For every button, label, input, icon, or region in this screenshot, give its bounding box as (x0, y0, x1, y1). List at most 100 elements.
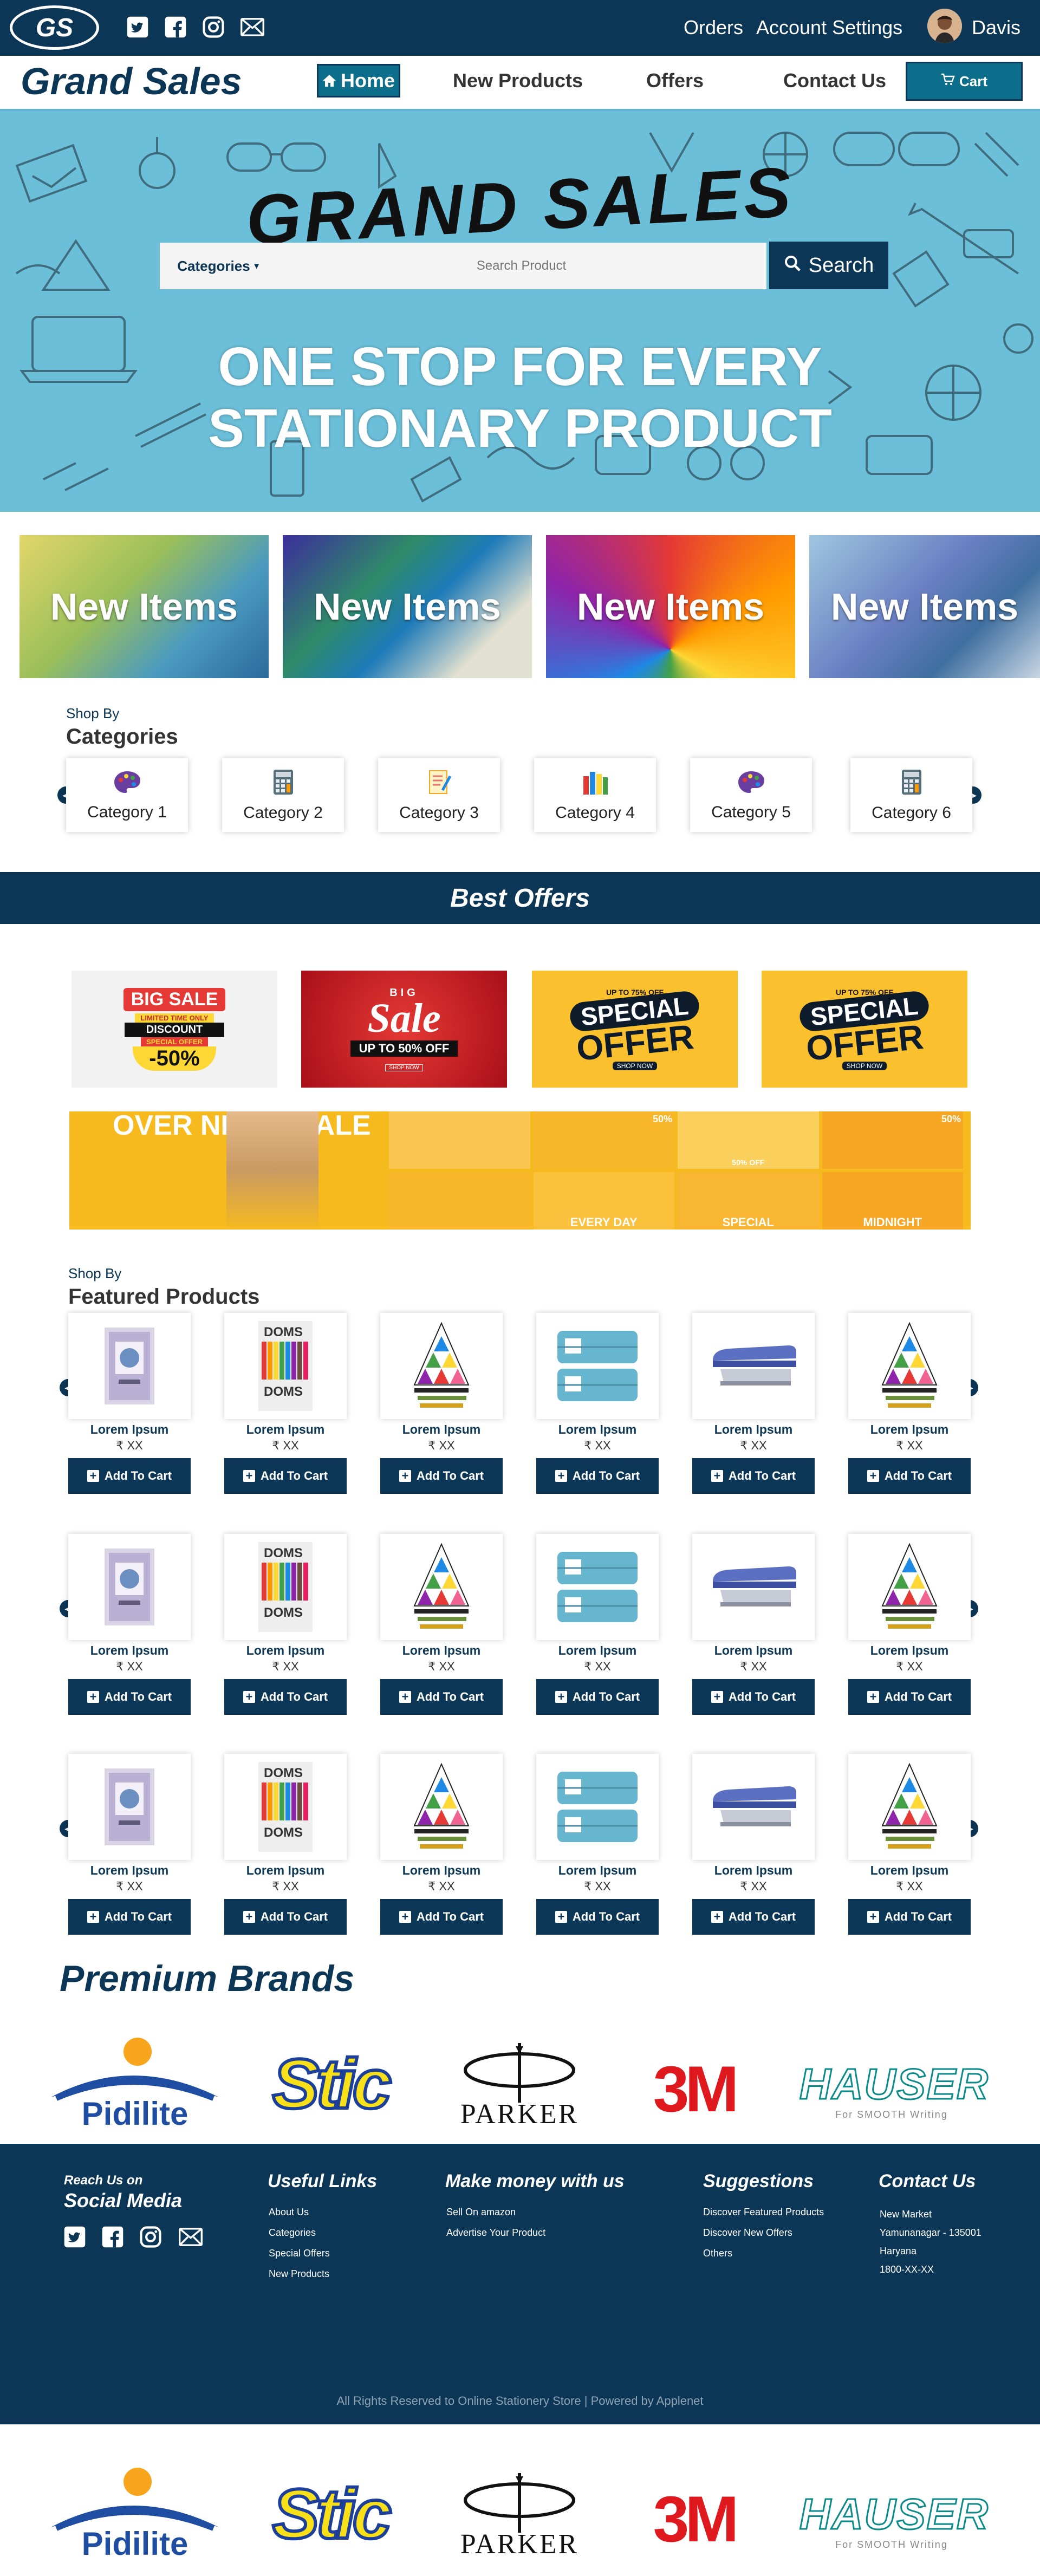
add-to-cart-button[interactable]: + Add To Cart (68, 1458, 191, 1494)
product-name[interactable]: Lorem Ipsum (536, 1643, 659, 1658)
brand-logo-pidilite[interactable]: Pidilite (46, 2038, 224, 2135)
add-to-cart-button[interactable]: + Add To Cart (848, 1458, 971, 1494)
footer-link[interactable]: New Products (269, 2268, 329, 2280)
brand-logo-stic[interactable]: Stic (255, 2038, 406, 2135)
brand-logo-parker[interactable]: PARKER (452, 2038, 587, 2135)
category-card[interactable]: Category 2 (222, 758, 344, 832)
product-notebook-image[interactable] (68, 1534, 191, 1640)
new-items-tile[interactable]: New Items (546, 535, 795, 678)
product-pouch-image[interactable] (536, 1754, 659, 1860)
brand-logo-hauser[interactable]: HAUSER For SMOOTH Writing (799, 2468, 989, 2565)
logo[interactable]: GS (10, 5, 99, 50)
add-to-cart-button[interactable]: + Add To Cart (692, 1679, 815, 1715)
add-to-cart-button[interactable]: + Add To Cart (848, 1679, 971, 1715)
add-to-cart-button[interactable]: + Add To Cart (380, 1679, 503, 1715)
facebook-icon[interactable] (164, 15, 187, 39)
search-button[interactable]: Search (769, 242, 888, 289)
categories-dropdown[interactable]: Categories ▾ (160, 243, 276, 289)
new-items-tile[interactable]: New Items (20, 535, 269, 678)
user-name[interactable]: Davis (972, 15, 1020, 40)
offer-banner-special[interactable]: UP TO 75% OFF SPECIAL OFFER SHOP NOW (762, 971, 967, 1088)
product-crayons-image[interactable]: DOMS DOMS (224, 1754, 347, 1860)
product-triangle-image[interactable] (848, 1313, 971, 1419)
footer-link[interactable]: Discover New Offers (703, 2227, 792, 2239)
twitter-icon[interactable] (63, 2225, 87, 2249)
instagram-icon[interactable] (139, 2225, 162, 2249)
add-to-cart-button[interactable]: + Add To Cart (380, 1899, 503, 1935)
overnight-sale-banner[interactable]: OVER NIGHT SALE 50% 50% OFF 50% EVERY DA… (69, 1111, 971, 1230)
instagram-icon[interactable] (202, 15, 225, 39)
product-name[interactable]: Lorem Ipsum (224, 1863, 347, 1878)
account-settings-link[interactable]: Account Settings (756, 15, 902, 40)
product-stapler-image[interactable] (692, 1754, 815, 1860)
product-name[interactable]: Lorem Ipsum (380, 1643, 503, 1658)
brand-logo-stic[interactable]: Stic (255, 2468, 406, 2565)
product-crayons-image[interactable]: DOMS DOMS (224, 1313, 347, 1419)
category-card[interactable]: Category 3 (378, 758, 500, 832)
search-input[interactable] (276, 243, 766, 289)
product-triangle-image[interactable] (380, 1534, 503, 1640)
product-name[interactable]: Lorem Ipsum (848, 1422, 971, 1437)
product-name[interactable]: Lorem Ipsum (224, 1422, 347, 1437)
product-triangle-image[interactable] (380, 1754, 503, 1860)
footer-link[interactable]: Discover Featured Products (703, 2207, 824, 2218)
product-triangle-image[interactable] (848, 1534, 971, 1640)
facebook-icon[interactable] (101, 2225, 125, 2249)
product-name[interactable]: Lorem Ipsum (692, 1422, 815, 1437)
product-name[interactable]: Lorem Ipsum (692, 1863, 815, 1878)
add-to-cart-button[interactable]: + Add To Cart (224, 1679, 347, 1715)
brand-logo-hauser[interactable]: HAUSER For SMOOTH Writing (799, 2038, 989, 2135)
nav-home[interactable]: Home (317, 64, 400, 97)
add-to-cart-button[interactable]: + Add To Cart (68, 1679, 191, 1715)
add-to-cart-button[interactable]: + Add To Cart (848, 1899, 971, 1935)
nav-contact-us[interactable]: Contact Us (756, 64, 913, 97)
product-pouch-image[interactable] (536, 1313, 659, 1419)
product-name[interactable]: Lorem Ipsum (68, 1863, 191, 1878)
product-pouch-image[interactable] (536, 1534, 659, 1640)
site-brand[interactable]: Grand Sales (21, 60, 242, 103)
product-name[interactable]: Lorem Ipsum (380, 1863, 503, 1878)
footer-link[interactable]: Others (703, 2248, 732, 2259)
product-stapler-image[interactable] (692, 1534, 815, 1640)
product-triangle-image[interactable] (848, 1754, 971, 1860)
brand-logo-parker[interactable]: PARKER (452, 2468, 587, 2565)
category-card[interactable]: Category 6 (850, 758, 972, 832)
twitter-icon[interactable] (126, 15, 150, 39)
offer-banner-big-sale-red[interactable]: BIG Sale UP TO 50% OFF SHOP NOW (301, 971, 507, 1088)
offer-banner-special[interactable]: UP TO 75% OFF SPECIAL OFFER SHOP NOW (532, 971, 738, 1088)
product-notebook-image[interactable] (68, 1754, 191, 1860)
add-to-cart-button[interactable]: + Add To Cart (68, 1899, 191, 1935)
product-triangle-image[interactable] (380, 1313, 503, 1419)
email-icon[interactable] (179, 2225, 203, 2249)
category-card[interactable]: Category 5 (690, 758, 812, 832)
product-name[interactable]: Lorem Ipsum (536, 1422, 659, 1437)
add-to-cart-button[interactable]: + Add To Cart (224, 1458, 347, 1494)
product-name[interactable]: Lorem Ipsum (536, 1863, 659, 1878)
product-stapler-image[interactable] (692, 1313, 815, 1419)
product-name[interactable]: Lorem Ipsum (224, 1643, 347, 1658)
brand-logo-pidilite[interactable]: Pidilite (46, 2468, 224, 2565)
product-name[interactable]: Lorem Ipsum (848, 1863, 971, 1878)
new-items-tile[interactable]: New Items (283, 535, 532, 678)
add-to-cart-button[interactable]: + Add To Cart (692, 1458, 815, 1494)
category-card[interactable]: Category 4 (534, 758, 656, 832)
footer-link[interactable]: Sell On amazon (446, 2207, 516, 2218)
add-to-cart-button[interactable]: + Add To Cart (692, 1899, 815, 1935)
nav-offers[interactable]: Offers (637, 64, 713, 97)
footer-link[interactable]: Special Offers (269, 2248, 330, 2259)
add-to-cart-button[interactable]: + Add To Cart (380, 1458, 503, 1494)
cart-button[interactable]: Cart (906, 62, 1023, 101)
add-to-cart-button[interactable]: + Add To Cart (536, 1899, 659, 1935)
add-to-cart-button[interactable]: + Add To Cart (536, 1458, 659, 1494)
nav-new-products[interactable]: New Products (447, 64, 588, 97)
avatar[interactable] (927, 9, 962, 43)
brand-logo-3m[interactable]: 3M (632, 2038, 756, 2135)
product-crayons-image[interactable]: DOMS DOMS (224, 1534, 347, 1640)
brand-logo-3m[interactable]: 3M (632, 2468, 756, 2565)
product-name[interactable]: Lorem Ipsum (68, 1422, 191, 1437)
product-name[interactable]: Lorem Ipsum (380, 1422, 503, 1437)
add-to-cart-button[interactable]: + Add To Cart (536, 1679, 659, 1715)
orders-link[interactable]: Orders (684, 15, 743, 40)
product-notebook-image[interactable] (68, 1313, 191, 1419)
footer-link[interactable]: Advertise Your Product (446, 2227, 545, 2239)
